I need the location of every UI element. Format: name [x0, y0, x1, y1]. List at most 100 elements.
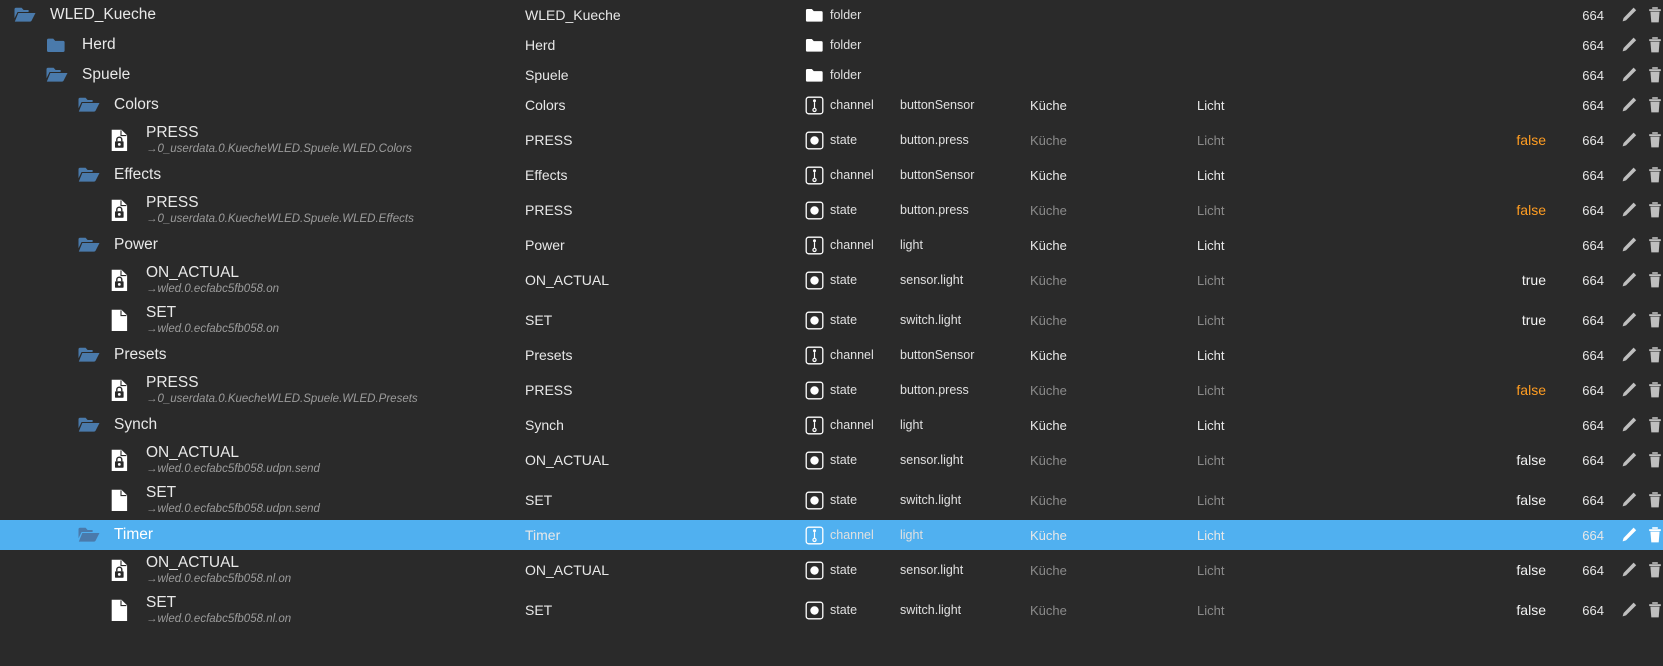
tree-row[interactable]: ON_ACTUAL →wled.0.ecfabc5fb058.on ON_ACTUA…	[0, 260, 1663, 300]
pencil-icon[interactable]	[1618, 309, 1640, 331]
room-cell[interactable]: Küche	[1030, 238, 1197, 253]
trash-icon[interactable]	[1644, 379, 1663, 401]
tree-cell[interactable]: WLED_Kueche	[0, 0, 525, 30]
pencil-icon[interactable]	[1618, 489, 1640, 511]
pencil-icon[interactable]	[1618, 4, 1640, 26]
tree-row[interactable]: Spuele Spuele folder 664	[0, 60, 1663, 90]
tree-cell[interactable]: ON_ACTUAL →wled.0.ecfabc5fb058.udpn.send	[0, 440, 525, 480]
tree-row[interactable]: PRESS →0_userdata.0.KuecheWLED.Spuele.WLE…	[0, 190, 1663, 230]
function-cell[interactable]: Licht	[1197, 603, 1367, 618]
value-cell[interactable]: false	[1367, 132, 1552, 148]
tree-row[interactable]: Colors Colors channel buttonSensor Küche Lich…	[0, 90, 1663, 120]
tree-row[interactable]: Presets Presets channel buttonSensor Küche Li…	[0, 340, 1663, 370]
pencil-icon[interactable]	[1618, 269, 1640, 291]
tree-cell[interactable]: PRESS →0_userdata.0.KuecheWLED.Spuele.WLE…	[0, 120, 525, 160]
tree-cell[interactable]: Timer	[0, 520, 525, 550]
folder-open-icon[interactable]	[14, 2, 40, 28]
folder-open-icon[interactable]	[78, 92, 104, 118]
trash-icon[interactable]	[1644, 449, 1663, 471]
document-locked-icon[interactable]	[110, 557, 136, 583]
document-locked-icon[interactable]	[110, 377, 136, 403]
function-cell[interactable]: Licht	[1197, 528, 1367, 543]
room-cell[interactable]: Küche	[1030, 493, 1197, 508]
value-cell[interactable]: false	[1367, 562, 1552, 578]
folder-open-icon[interactable]	[78, 162, 104, 188]
function-cell[interactable]: Licht	[1197, 313, 1367, 328]
room-cell[interactable]: Küche	[1030, 528, 1197, 543]
room-cell[interactable]: Küche	[1030, 418, 1197, 433]
tree-row[interactable]: Effects Effects channel buttonSensor Küche Li…	[0, 160, 1663, 190]
value-cell[interactable]: false	[1367, 382, 1552, 398]
trash-icon[interactable]	[1644, 599, 1663, 621]
pencil-icon[interactable]	[1618, 234, 1640, 256]
tree-row[interactable]: SET →wled.0.ecfabc5fb058.udpn.send SET stat…	[0, 480, 1663, 520]
pencil-icon[interactable]	[1618, 449, 1640, 471]
room-cell[interactable]: Küche	[1030, 98, 1197, 113]
room-cell[interactable]: Küche	[1030, 603, 1197, 618]
function-cell[interactable]: Licht	[1197, 493, 1367, 508]
trash-icon[interactable]	[1644, 559, 1663, 581]
value-cell[interactable]: true	[1367, 272, 1552, 288]
folder-open-icon[interactable]	[78, 412, 104, 438]
trash-icon[interactable]	[1644, 344, 1663, 366]
room-cell[interactable]: Küche	[1030, 313, 1197, 328]
tree-row[interactable]: Herd Herd folder 664	[0, 30, 1663, 60]
room-cell[interactable]: Küche	[1030, 133, 1197, 148]
tree-cell[interactable]: PRESS →0_userdata.0.KuecheWLED.Spuele.WLE…	[0, 190, 525, 230]
room-cell[interactable]: Küche	[1030, 203, 1197, 218]
trash-icon[interactable]	[1644, 309, 1663, 331]
room-cell[interactable]: Küche	[1030, 273, 1197, 288]
trash-icon[interactable]	[1644, 64, 1663, 86]
document-locked-icon[interactable]	[110, 447, 136, 473]
function-cell[interactable]: Licht	[1197, 383, 1367, 398]
function-cell[interactable]: Licht	[1197, 203, 1367, 218]
tree-cell[interactable]: SET →wled.0.ecfabc5fb058.udpn.send	[0, 480, 525, 520]
pencil-icon[interactable]	[1618, 34, 1640, 56]
pencil-icon[interactable]	[1618, 164, 1640, 186]
value-cell[interactable]: false	[1367, 452, 1552, 468]
pencil-icon[interactable]	[1618, 414, 1640, 436]
trash-icon[interactable]	[1644, 414, 1663, 436]
tree-row[interactable]: WLED_Kueche WLED_Kueche folder 664	[0, 0, 1663, 30]
tree-cell[interactable]: Spuele	[0, 60, 525, 90]
value-cell[interactable]: true	[1367, 312, 1552, 328]
function-cell[interactable]: Licht	[1197, 348, 1367, 363]
document-locked-icon[interactable]	[110, 197, 136, 223]
trash-icon[interactable]	[1644, 129, 1663, 151]
tree-cell[interactable]: ON_ACTUAL →wled.0.ecfabc5fb058.on	[0, 260, 525, 300]
trash-icon[interactable]	[1644, 234, 1663, 256]
folder-open-icon[interactable]	[46, 62, 72, 88]
function-cell[interactable]: Licht	[1197, 418, 1367, 433]
value-cell[interactable]: false	[1367, 602, 1552, 618]
pencil-icon[interactable]	[1618, 524, 1640, 546]
tree-cell[interactable]: Synch	[0, 410, 525, 440]
tree-row[interactable]: SET →wled.0.ecfabc5fb058.on SET state switch…	[0, 300, 1663, 340]
trash-icon[interactable]	[1644, 524, 1663, 546]
value-cell[interactable]: false	[1367, 202, 1552, 218]
room-cell[interactable]: Küche	[1030, 348, 1197, 363]
tree-row[interactable]: ON_ACTUAL →wled.0.ecfabc5fb058.udpn.send O…	[0, 440, 1663, 480]
folder-open-icon[interactable]	[78, 522, 104, 548]
function-cell[interactable]: Licht	[1197, 168, 1367, 183]
tree-row[interactable]: SET →wled.0.ecfabc5fb058.nl.on SET state swi…	[0, 590, 1663, 630]
pencil-icon[interactable]	[1618, 599, 1640, 621]
room-cell[interactable]: Küche	[1030, 453, 1197, 468]
function-cell[interactable]: Licht	[1197, 453, 1367, 468]
trash-icon[interactable]	[1644, 4, 1663, 26]
value-cell[interactable]: false	[1367, 492, 1552, 508]
function-cell[interactable]: Licht	[1197, 133, 1367, 148]
tree-row[interactable]: Synch Synch channel light Küche Licht 664	[0, 410, 1663, 440]
function-cell[interactable]: Licht	[1197, 98, 1367, 113]
tree-row[interactable]: PRESS →0_userdata.0.KuecheWLED.Spuele.WLE…	[0, 120, 1663, 160]
room-cell[interactable]: Küche	[1030, 168, 1197, 183]
trash-icon[interactable]	[1644, 34, 1663, 56]
document-locked-icon[interactable]	[110, 267, 136, 293]
tree-row[interactable]: Timer Timer channel light Küche Licht 664	[0, 520, 1663, 550]
document-locked-icon[interactable]	[110, 127, 136, 153]
tree-cell[interactable]: Colors	[0, 90, 525, 120]
trash-icon[interactable]	[1644, 269, 1663, 291]
pencil-icon[interactable]	[1618, 379, 1640, 401]
tree-cell[interactable]: Effects	[0, 160, 525, 190]
trash-icon[interactable]	[1644, 94, 1663, 116]
room-cell[interactable]: Küche	[1030, 383, 1197, 398]
